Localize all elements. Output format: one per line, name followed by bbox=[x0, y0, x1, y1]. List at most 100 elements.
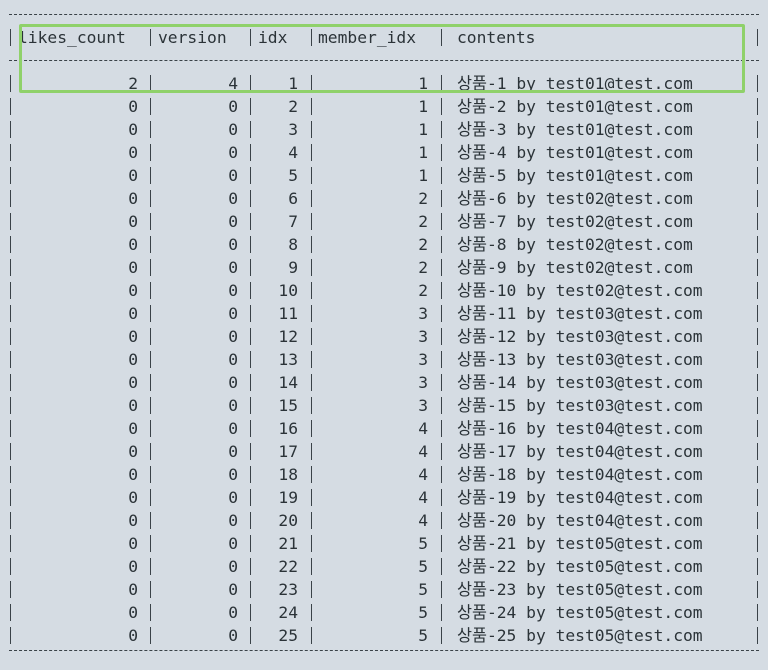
column-separator bbox=[441, 328, 442, 345]
cell-likes-count: 0 bbox=[128, 120, 138, 139]
column-separator bbox=[757, 420, 758, 437]
cell-member-idx: 2 bbox=[418, 189, 428, 208]
cell-member-idx: 1 bbox=[418, 166, 428, 185]
table-row: 0 0 11 3 상품-11 by test03@test.com bbox=[0, 302, 768, 325]
table-row: 0 0 15 3 상품-15 by test03@test.com bbox=[0, 394, 768, 417]
cell-likes-count: 0 bbox=[128, 281, 138, 300]
cell-member-idx: 2 bbox=[418, 235, 428, 254]
column-header-contents: contents bbox=[457, 28, 536, 47]
column-separator bbox=[10, 443, 11, 460]
cell-likes-count: 0 bbox=[128, 350, 138, 369]
cell-member-idx: 5 bbox=[418, 534, 428, 553]
column-separator bbox=[441, 190, 442, 207]
column-separator bbox=[250, 374, 251, 391]
cell-contents: 상품-3 by test01@test.com bbox=[457, 120, 693, 139]
cell-version: 0 bbox=[228, 97, 238, 116]
column-separator bbox=[757, 190, 758, 207]
column-separator bbox=[311, 443, 312, 460]
cell-contents: 상품-7 by test02@test.com bbox=[457, 212, 693, 231]
column-separator bbox=[441, 420, 442, 437]
column-separator bbox=[311, 236, 312, 253]
cell-member-idx: 1 bbox=[418, 143, 428, 162]
cell-likes-count: 2 bbox=[128, 74, 138, 93]
cell-contents: 상품-14 by test03@test.com bbox=[457, 373, 703, 392]
column-separator bbox=[757, 627, 758, 644]
column-separator bbox=[250, 489, 251, 506]
column-separator bbox=[441, 581, 442, 598]
column-separator bbox=[150, 75, 151, 92]
column-separator bbox=[311, 397, 312, 414]
cell-member-idx: 4 bbox=[418, 465, 428, 484]
table-row: 0 0 12 3 상품-12 by test03@test.com bbox=[0, 325, 768, 348]
cell-contents: 상품-18 by test04@test.com bbox=[457, 465, 703, 484]
column-separator bbox=[441, 489, 442, 506]
table-row: 0 0 17 4 상품-17 by test04@test.com bbox=[0, 440, 768, 463]
column-separator bbox=[10, 213, 11, 230]
cell-contents: 상품-11 by test03@test.com bbox=[457, 304, 703, 323]
column-separator bbox=[757, 144, 758, 161]
column-separator bbox=[10, 604, 11, 621]
column-separator bbox=[150, 167, 151, 184]
column-separator bbox=[250, 627, 251, 644]
column-separator bbox=[311, 328, 312, 345]
cell-contents: 상품-9 by test02@test.com bbox=[457, 258, 693, 277]
column-separator bbox=[757, 535, 758, 552]
cell-idx: 9 bbox=[288, 258, 298, 277]
column-separator bbox=[311, 558, 312, 575]
cell-idx: 18 bbox=[278, 465, 298, 484]
column-separator bbox=[311, 190, 312, 207]
cell-member-idx: 1 bbox=[418, 74, 428, 93]
column-separator bbox=[250, 259, 251, 276]
column-separator bbox=[250, 213, 251, 230]
column-separator bbox=[441, 213, 442, 230]
column-separator bbox=[250, 466, 251, 483]
cell-version: 0 bbox=[228, 396, 238, 415]
cell-member-idx: 5 bbox=[418, 580, 428, 599]
cell-contents: 상품-16 by test04@test.com bbox=[457, 419, 703, 438]
cell-idx: 23 bbox=[278, 580, 298, 599]
table-row: 0 0 23 5 상품-23 by test05@test.com bbox=[0, 578, 768, 601]
column-separator bbox=[10, 420, 11, 437]
cell-version: 0 bbox=[228, 373, 238, 392]
column-separator bbox=[441, 512, 442, 529]
cell-idx: 11 bbox=[278, 304, 298, 323]
column-separator bbox=[10, 167, 11, 184]
table-row: 0 0 24 5 상품-24 by test05@test.com bbox=[0, 601, 768, 624]
column-separator bbox=[757, 282, 758, 299]
table-border-line bbox=[0, 645, 768, 657]
column-header-version: version bbox=[158, 28, 227, 47]
cell-likes-count: 0 bbox=[128, 235, 138, 254]
cell-idx: 2 bbox=[288, 97, 298, 116]
column-separator bbox=[757, 604, 758, 621]
column-separator bbox=[250, 98, 251, 115]
cell-contents: 상품-19 by test04@test.com bbox=[457, 488, 703, 507]
column-separator bbox=[757, 259, 758, 276]
cell-member-idx: 2 bbox=[418, 281, 428, 300]
cell-likes-count: 0 bbox=[128, 534, 138, 553]
column-separator bbox=[250, 443, 251, 460]
column-separator bbox=[757, 512, 758, 529]
cell-member-idx: 3 bbox=[418, 350, 428, 369]
column-separator bbox=[10, 627, 11, 644]
cell-version: 0 bbox=[228, 557, 238, 576]
column-separator bbox=[311, 604, 312, 621]
column-separator bbox=[441, 351, 442, 368]
cell-contents: 상품-6 by test02@test.com bbox=[457, 189, 693, 208]
column-separator bbox=[150, 305, 151, 322]
column-separator bbox=[10, 236, 11, 253]
column-separator bbox=[441, 282, 442, 299]
column-separator bbox=[150, 213, 151, 230]
cell-member-idx: 2 bbox=[418, 258, 428, 277]
column-separator bbox=[10, 535, 11, 552]
column-separator bbox=[150, 328, 151, 345]
cell-member-idx: 3 bbox=[418, 327, 428, 346]
column-separator bbox=[757, 121, 758, 138]
column-separator bbox=[441, 29, 442, 46]
cell-contents: 상품-1 by test01@test.com bbox=[457, 74, 693, 93]
column-separator bbox=[150, 144, 151, 161]
cell-contents: 상품-15 by test03@test.com bbox=[457, 396, 703, 415]
column-separator bbox=[311, 466, 312, 483]
cell-version: 0 bbox=[228, 603, 238, 622]
cell-likes-count: 0 bbox=[128, 511, 138, 530]
cell-version: 0 bbox=[228, 442, 238, 461]
